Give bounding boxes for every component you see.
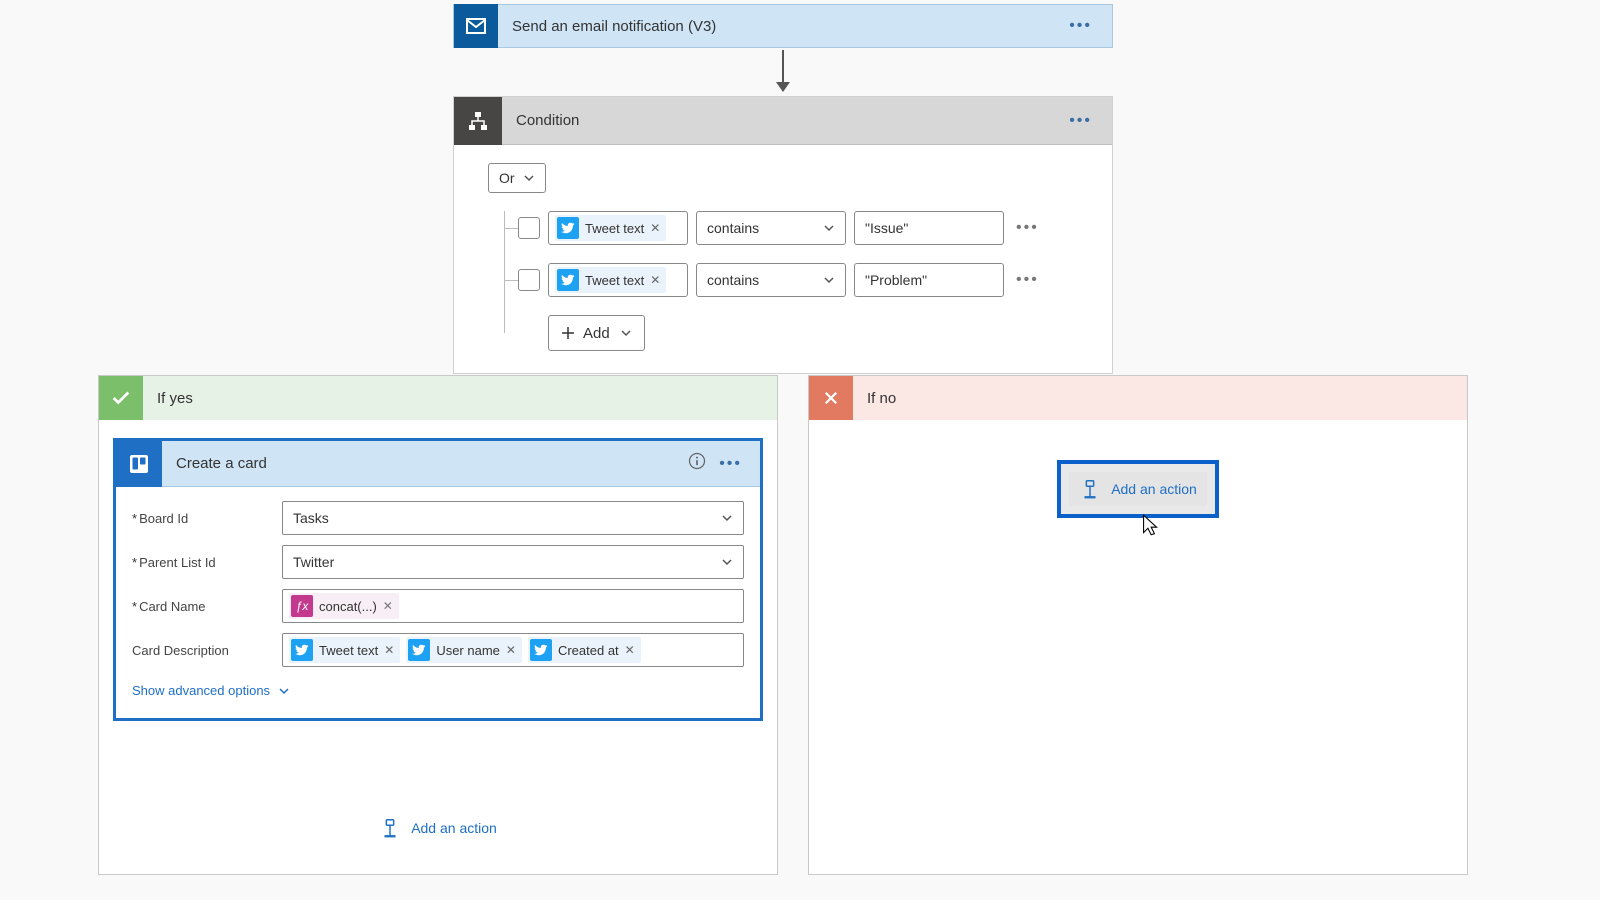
create-card-action: Create a card ••• *Board Id Tasks *Paren… bbox=[113, 438, 763, 721]
condition-row: Tweet text ✕ contains ••• bbox=[518, 263, 1088, 297]
if-no-title: If no bbox=[867, 390, 896, 407]
condition-icon bbox=[454, 97, 502, 145]
add-action-highlight: Add an action bbox=[1057, 460, 1219, 518]
add-action-icon bbox=[379, 817, 401, 839]
connector-arrow-head bbox=[776, 82, 790, 92]
add-action-label: Add an action bbox=[1111, 481, 1197, 497]
condition-row-menu[interactable]: ••• bbox=[1016, 219, 1039, 237]
parent-list-label: *Parent List Id bbox=[132, 555, 282, 570]
user-name-token: User name ✕ bbox=[406, 637, 522, 663]
if-yes-header[interactable]: If yes bbox=[99, 376, 777, 420]
show-advanced-options[interactable]: Show advanced options bbox=[132, 683, 290, 698]
add-action-button-no[interactable]: Add an action bbox=[1069, 472, 1207, 506]
parent-list-row: *Parent List Id Twitter bbox=[132, 545, 744, 579]
token-text: Tweet text bbox=[585, 221, 644, 236]
condition-row-menu[interactable]: ••• bbox=[1016, 271, 1039, 289]
token-remove[interactable]: ✕ bbox=[383, 599, 393, 613]
board-id-value: Tasks bbox=[293, 510, 329, 526]
email-step-title: Send an email notification (V3) bbox=[512, 18, 716, 35]
add-action-no-wrap: Add an action bbox=[809, 420, 1467, 548]
condition-body: Or Tweet text ✕ contains bbox=[454, 145, 1112, 373]
twitter-icon bbox=[291, 639, 313, 661]
info-icon[interactable] bbox=[687, 451, 707, 476]
if-no-header[interactable]: If no bbox=[809, 376, 1467, 420]
add-action-yes-wrap: Add an action bbox=[99, 811, 777, 845]
create-card-body: *Board Id Tasks *Parent List Id Twitter … bbox=[116, 487, 760, 718]
condition-value-input[interactable] bbox=[854, 263, 1004, 297]
token-text: Created at bbox=[558, 643, 619, 658]
condition-operator-select[interactable]: contains bbox=[696, 211, 846, 245]
condition-value-input[interactable] bbox=[854, 211, 1004, 245]
twitter-icon bbox=[408, 639, 430, 661]
tweet-text-token: Tweet text ✕ bbox=[555, 215, 666, 241]
add-action-icon bbox=[1079, 478, 1101, 500]
token-remove[interactable]: ✕ bbox=[650, 221, 660, 235]
advanced-label: Show advanced options bbox=[132, 683, 270, 698]
fx-token-text: concat(...) bbox=[319, 599, 377, 614]
token-text: Tweet text bbox=[319, 643, 378, 658]
operator-label: contains bbox=[707, 272, 759, 288]
trello-icon bbox=[116, 441, 162, 487]
create-card-header[interactable]: Create a card ••• bbox=[116, 441, 760, 487]
close-icon bbox=[809, 376, 853, 420]
condition-card: Condition ••• Or Tweet text ✕ bbox=[453, 96, 1113, 374]
email-step-menu[interactable]: ••• bbox=[1069, 17, 1092, 35]
card-name-input[interactable]: ƒx concat(...) ✕ bbox=[282, 589, 744, 623]
condition-add-button[interactable]: Add bbox=[548, 315, 645, 351]
tweet-text-token: Tweet text ✕ bbox=[555, 267, 666, 293]
board-id-label: *Board Id bbox=[132, 511, 282, 526]
token-text: Tweet text bbox=[585, 273, 644, 288]
card-name-label: *Card Name bbox=[132, 599, 282, 614]
condition-menu[interactable]: ••• bbox=[1069, 112, 1092, 130]
condition-add-label: Add bbox=[583, 325, 610, 342]
add-action-button-yes[interactable]: Add an action bbox=[369, 811, 507, 845]
condition-title: Condition bbox=[516, 112, 579, 129]
branches-container: If yes Create a card ••• bbox=[98, 375, 1540, 875]
if-yes-title: If yes bbox=[157, 390, 193, 407]
board-id-row: *Board Id Tasks bbox=[132, 501, 744, 535]
token-remove[interactable]: ✕ bbox=[384, 643, 394, 657]
condition-row-checkbox[interactable] bbox=[518, 269, 540, 291]
twitter-icon bbox=[530, 639, 552, 661]
add-action-label: Add an action bbox=[411, 820, 497, 836]
token-remove[interactable]: ✕ bbox=[506, 643, 516, 657]
expression-token: ƒx concat(...) ✕ bbox=[289, 593, 399, 619]
if-no-branch: If no Add an action bbox=[808, 375, 1468, 875]
condition-field[interactable]: Tweet text ✕ bbox=[548, 263, 688, 297]
check-icon bbox=[99, 376, 143, 420]
fx-icon: ƒx bbox=[291, 595, 313, 617]
if-yes-branch: If yes Create a card ••• bbox=[98, 375, 778, 875]
tweet-text-token: Tweet text ✕ bbox=[289, 637, 400, 663]
condition-tree: Tweet text ✕ contains ••• bbox=[488, 211, 1088, 351]
logic-operator-label: Or bbox=[499, 170, 515, 186]
condition-row-checkbox[interactable] bbox=[518, 217, 540, 239]
email-step-card[interactable]: Send an email notification (V3) ••• bbox=[453, 4, 1113, 48]
twitter-icon bbox=[557, 269, 579, 291]
token-remove[interactable]: ✕ bbox=[625, 643, 635, 657]
parent-list-select[interactable]: Twitter bbox=[282, 545, 744, 579]
logic-operator-select[interactable]: Or bbox=[488, 163, 546, 193]
twitter-icon bbox=[557, 217, 579, 239]
board-id-select[interactable]: Tasks bbox=[282, 501, 744, 535]
operator-label: contains bbox=[707, 220, 759, 236]
card-name-row: *Card Name ƒx concat(...) ✕ bbox=[132, 589, 744, 623]
create-card-menu[interactable]: ••• bbox=[719, 455, 742, 473]
token-remove[interactable]: ✕ bbox=[650, 273, 660, 287]
condition-operator-select[interactable]: contains bbox=[696, 263, 846, 297]
created-at-token: Created at ✕ bbox=[528, 637, 641, 663]
card-description-row: Card Description Tweet text ✕ bbox=[132, 633, 744, 667]
condition-row: Tweet text ✕ contains ••• bbox=[518, 211, 1088, 245]
condition-field[interactable]: Tweet text ✕ bbox=[548, 211, 688, 245]
parent-list-value: Twitter bbox=[293, 554, 334, 570]
card-description-label: Card Description bbox=[132, 643, 282, 658]
condition-header[interactable]: Condition ••• bbox=[454, 97, 1112, 145]
card-description-input[interactable]: Tweet text ✕ User name ✕ bbox=[282, 633, 744, 667]
tree-rail bbox=[504, 211, 505, 333]
token-text: User name bbox=[436, 643, 500, 658]
create-card-title: Create a card bbox=[176, 455, 267, 472]
mail-icon bbox=[454, 4, 498, 48]
